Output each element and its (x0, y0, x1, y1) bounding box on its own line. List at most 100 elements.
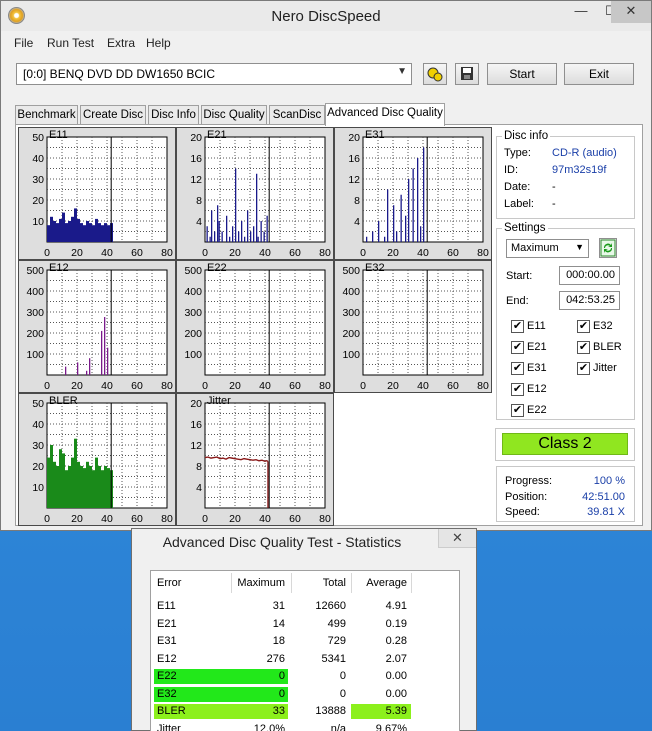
chart-e31: E31 4 8 12 16 20 0 20 40 60 80 (334, 127, 492, 260)
menu-bar: File Run Test Extra Help (1, 33, 651, 53)
chart-jitter: Jitter 4 8 12 16 20 0 20 40 60 80 (176, 393, 334, 526)
data-bar (396, 231, 398, 242)
y-tick-label: 20 (190, 398, 202, 410)
e32-checkbox[interactable]: ✔ E32 (577, 320, 613, 334)
x-tick-label: 0 (202, 380, 208, 392)
speed-value: 39.81 X (587, 506, 625, 518)
mode-select[interactable]: Maximum ▼ (506, 239, 589, 258)
chart-title: E22 (207, 262, 227, 274)
data-bar (378, 221, 380, 242)
y-tick-label: 500 (342, 265, 360, 277)
tab-disc-quality[interactable]: Disc Quality (201, 105, 267, 125)
close-button[interactable]: ✕ (611, 1, 651, 23)
data-bar (101, 225, 104, 242)
progress-value: 100 % (593, 475, 625, 487)
start-button[interactable]: Start (487, 63, 557, 85)
chart-svg: E22 100 200 300 400 500 0 20 40 60 80 (184, 262, 331, 392)
end-time-input[interactable]: 042:53.25 (559, 291, 620, 310)
exit-button[interactable]: Exit (564, 63, 634, 85)
date-value: - (552, 181, 556, 193)
y-tick-label: 20 (32, 195, 44, 207)
x-tick-label: 0 (44, 380, 50, 392)
x-tick-label: 0 (202, 513, 208, 525)
data-bar (80, 223, 83, 242)
minimize-button[interactable]: — (567, 1, 595, 23)
stat-cell: 499 (327, 617, 346, 630)
checkmark-icon: ✔ (577, 320, 590, 333)
data-bar (83, 468, 86, 508)
data-bar (98, 466, 101, 508)
x-tick-label: 20 (229, 380, 241, 392)
jitter-checkbox[interactable]: ✔ Jitter (577, 362, 617, 376)
y-tick-label: 300 (26, 307, 44, 319)
data-bar (83, 225, 86, 242)
chart-title: Jitter (207, 395, 231, 407)
stat-cell: 13888 (315, 705, 346, 717)
y-tick-label: 16 (348, 153, 360, 165)
stat-cell: E22 (157, 670, 177, 682)
e21-checkbox[interactable]: ✔ E21 (511, 341, 547, 355)
data-bar (77, 218, 80, 242)
data-bar (387, 189, 389, 242)
x-tick-label: 60 (289, 380, 301, 392)
drive-select[interactable]: [0:0] BENQ DVD DD DW1650 BCIC ▼ (16, 63, 412, 85)
bler-checkbox[interactable]: ✔ BLER (577, 341, 622, 355)
data-bar (77, 461, 80, 508)
stat-cell: Jitter (157, 722, 181, 731)
y-tick-label: 400 (26, 286, 44, 298)
x-tick-label: 40 (101, 513, 113, 525)
statistics-window: Advanced Disc Quality Test - Statistics … (131, 528, 477, 731)
drive-select-value: [0:0] BENQ DVD DD DW1650 BCIC (23, 67, 216, 81)
tab-scandisc[interactable]: ScanDisc (269, 105, 325, 125)
menu-file[interactable]: File (14, 36, 33, 50)
x-tick-label: 80 (161, 513, 173, 525)
y-tick-label: 100 (184, 349, 202, 361)
e22-checkbox[interactable]: ✔ E22 (511, 404, 547, 418)
x-tick-label: 60 (447, 380, 459, 392)
settings-title: Settings (502, 222, 548, 234)
refresh-button[interactable] (599, 238, 617, 258)
quality-class-badge: Class 2 (502, 433, 628, 455)
e31-checkbox[interactable]: ✔ E31 (511, 362, 547, 376)
stat-cell: 18 (272, 635, 285, 647)
x-tick-label: 40 (259, 380, 271, 392)
x-tick-label: 20 (229, 247, 241, 259)
chart-svg: E11 10 20 30 40 50 0 20 40 60 80 (32, 129, 173, 259)
stat-cell: 0 (278, 670, 285, 682)
data-bar (53, 221, 56, 242)
x-tick-label: 20 (387, 247, 399, 259)
header-average: Average (366, 577, 407, 589)
stat-cell: 0.28 (385, 635, 407, 647)
statistics-close-button[interactable]: ✕ (438, 529, 476, 548)
data-bar (59, 218, 62, 242)
drive-info-button[interactable] (423, 63, 447, 85)
tab-benchmark[interactable]: Benchmark (15, 105, 78, 125)
menu-help[interactable]: Help (146, 36, 171, 50)
start-time-input[interactable]: 000:00.00 (559, 266, 620, 285)
data-bar (107, 225, 110, 242)
tab-advanced-disc-quality[interactable]: Advanced Disc Quality (325, 103, 445, 126)
data-bar (47, 457, 50, 508)
data-bar (214, 231, 216, 242)
y-tick-label: 40 (32, 419, 44, 431)
menu-extra[interactable]: Extra (107, 36, 135, 50)
data-bar (393, 205, 395, 242)
stat-cell: 12.0% (253, 722, 285, 731)
column-divider (291, 573, 292, 593)
e12-checkbox[interactable]: ✔ E12 (511, 383, 547, 397)
data-bar (74, 208, 77, 242)
checkmark-icon: ✔ (511, 320, 524, 333)
data-bar (68, 466, 71, 508)
x-tick-label: 60 (447, 247, 459, 259)
tab-disc-info[interactable]: Disc Info (148, 105, 199, 125)
y-tick-label: 30 (32, 440, 44, 452)
tab-create-disc[interactable]: Create Disc (80, 105, 146, 125)
save-button[interactable] (455, 63, 479, 85)
header-error: Error (157, 577, 182, 589)
data-bar (92, 225, 95, 242)
e11-checkbox[interactable]: ✔ E11 (511, 320, 546, 334)
column-divider (351, 573, 352, 593)
tab-panel: E11 10 20 30 40 50 0 20 40 60 80 E21 4 8 12 16 20 0 20 40 60… (15, 124, 643, 526)
x-tick-label: 80 (477, 247, 489, 259)
menu-run-test[interactable]: Run Test (47, 36, 94, 50)
